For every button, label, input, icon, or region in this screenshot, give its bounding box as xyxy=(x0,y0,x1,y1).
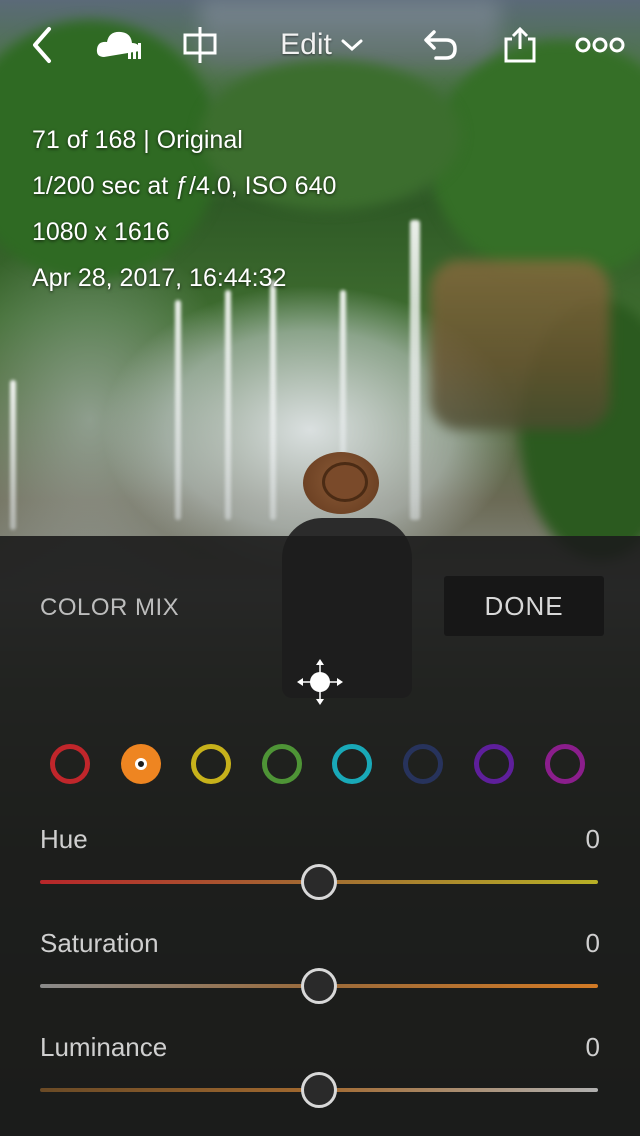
undo-button[interactable] xyxy=(418,20,462,70)
saturation-label: Saturation xyxy=(40,928,159,958)
dimensions-info: 1080 x 1616 xyxy=(32,218,170,246)
cloud-sync-button[interactable] xyxy=(92,20,148,70)
share-icon xyxy=(504,26,536,63)
waterfall xyxy=(340,290,346,460)
luminance-value: 0 xyxy=(585,1032,600,1062)
waterfall xyxy=(410,220,420,520)
compare-icon xyxy=(183,27,217,63)
targeted-adjustment-tool[interactable] xyxy=(296,658,344,706)
edit-label: Edit xyxy=(280,28,332,61)
swatch-magenta[interactable] xyxy=(545,744,585,784)
photo-index: 71 of 168 | Original xyxy=(32,126,243,154)
waterfall xyxy=(10,380,16,530)
swatch-green[interactable] xyxy=(262,744,302,784)
compare-button[interactable] xyxy=(180,20,220,70)
person-hat-crown xyxy=(322,462,368,502)
swatch-aqua[interactable] xyxy=(332,744,372,784)
luminance-slider-row: Luminance 0 xyxy=(40,1032,600,1122)
waterfall xyxy=(175,300,181,520)
cliff xyxy=(430,260,610,430)
saturation-slider-thumb[interactable] xyxy=(301,968,337,1004)
waterfall xyxy=(225,290,231,520)
back-button[interactable] xyxy=(22,20,62,70)
saturation-value: 0 xyxy=(585,928,600,958)
hue-value: 0 xyxy=(585,824,600,854)
done-button[interactable]: DONE xyxy=(444,576,604,636)
swatch-blue[interactable] xyxy=(403,744,443,784)
selected-indicator xyxy=(135,758,147,770)
photo-info-overlay: 71 of 168 | Original 1/200 sec at ƒ/4.0,… xyxy=(32,120,336,304)
more-options-button[interactable] xyxy=(574,20,626,70)
hue-slider-row: Hue 0 xyxy=(40,824,600,914)
saturation-slider-row: Saturation 0 xyxy=(40,928,600,1018)
top-toolbar: Edit xyxy=(0,0,640,90)
more-icon xyxy=(575,37,625,53)
exposure-info: 1/200 sec at ƒ/4.0, ISO 640 xyxy=(32,172,337,200)
luminance-label: Luminance xyxy=(40,1032,168,1062)
swatch-yellow[interactable] xyxy=(191,744,231,784)
luminance-slider-thumb[interactable] xyxy=(301,1072,337,1108)
hue-label: Hue xyxy=(40,824,88,854)
share-button[interactable] xyxy=(500,20,540,70)
cloud-sync-icon xyxy=(96,31,141,59)
waterfall xyxy=(270,280,276,520)
color-mix-panel: COLOR MIX DONE Hue 0 Saturation 0 Lumina… xyxy=(0,536,640,1136)
hue-slider-thumb[interactable] xyxy=(301,864,337,900)
chevron-down-icon xyxy=(341,39,363,52)
undo-icon xyxy=(424,30,457,60)
swatch-red[interactable] xyxy=(50,744,90,784)
capture-date: Apr 28, 2017, 16:44:32 xyxy=(32,264,287,292)
panel-title: COLOR MIX xyxy=(40,594,180,621)
chevron-left-icon xyxy=(33,27,51,63)
swatch-purple[interactable] xyxy=(474,744,514,784)
swatch-orange[interactable] xyxy=(121,744,161,784)
edit-menu-button[interactable]: Edit xyxy=(272,20,372,70)
color-swatch-row xyxy=(0,744,640,784)
move-target-icon xyxy=(297,659,343,705)
